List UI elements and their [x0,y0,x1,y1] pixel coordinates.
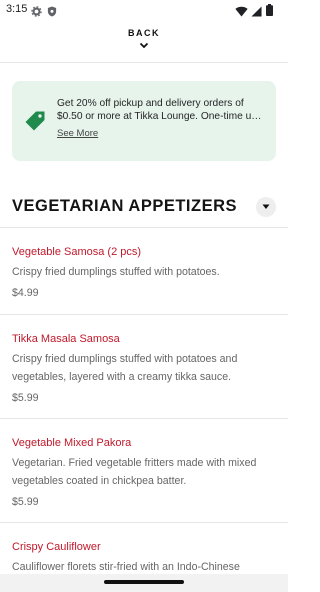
gesture-nav-bar [0,574,288,592]
battery-icon [266,3,273,21]
item-divider [0,522,288,523]
menu-item-description: Crispy fried dumplings stuffed with pota… [12,266,220,278]
see-more-link[interactable]: See More [57,128,98,139]
menu-item-name: Vegetable Mixed Pakora [12,437,132,449]
back-button[interactable]: BACK [0,28,288,49]
chevron-down-icon [139,42,149,49]
caret-down-icon [262,204,270,209]
home-indicator[interactable] [104,580,184,584]
menu-item-name: Vegetable Samosa (2 pcs) [12,246,142,258]
back-label: BACK [128,28,160,38]
menu-item-price: $5.99 [12,496,39,508]
section-title: VEGETARIAN APPETIZERS [12,197,238,215]
menu-item-name: Crispy Cauliflower [12,541,101,553]
section-collapse-button[interactable] [256,197,276,217]
promo-banner[interactable]: Get 20% off pickup and delivery orders o… [12,81,276,161]
menu-item-name: Tikka Masala Samosa [12,333,120,345]
menu-item[interactable]: Vegetable Mixed Pakora Vegetarian. Fried… [12,437,278,508]
menu-item-description: Crispy fried dumplings stuffed with pota… [12,353,238,383]
menu-item-price: $4.99 [12,287,39,299]
shield-icon [47,4,57,22]
wifi-icon [235,4,248,22]
menu-item[interactable]: Tikka Masala Samosa Crispy fried dumplin… [12,333,278,404]
signal-icon [251,4,262,22]
item-divider [0,314,288,315]
status-time: 3:15 [6,3,28,15]
promo-line-2: $0.50 or more at Tikka Lounge. One-time … [57,111,262,122]
menu-item-price: $5.99 [12,392,39,404]
settings-icon [31,4,42,22]
menu-item-description: Vegetarian. Fried vegetable fritters mad… [12,457,257,487]
promo-line-1: Get 20% off pickup and delivery orders o… [57,98,244,109]
menu-item[interactable]: Crispy Cauliflower Cauliflower florets s… [12,541,278,576]
header-divider [0,62,288,63]
section-divider [0,227,288,228]
promo-text: Get 20% off pickup and delivery orders o… [57,97,267,123]
status-bar: 3:15 [0,0,288,20]
menu-item[interactable]: Vegetable Samosa (2 pcs) Crispy fried du… [12,246,278,299]
item-divider [0,418,288,419]
tag-icon [24,110,46,137]
